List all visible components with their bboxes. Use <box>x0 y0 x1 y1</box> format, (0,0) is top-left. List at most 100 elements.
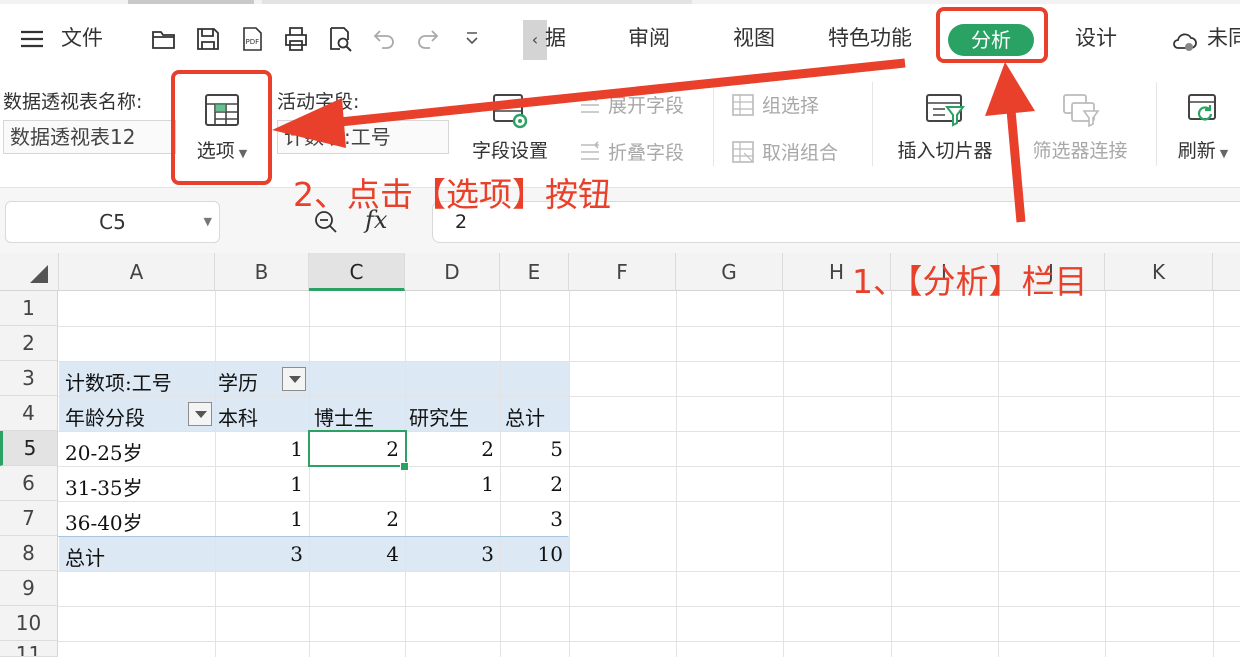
fill-handle[interactable] <box>400 462 409 471</box>
print-preview-icon[interactable] <box>327 26 353 52</box>
pivot-cell[interactable]: 2 <box>405 437 494 461</box>
insert-slicer-label: 插入切片器 <box>897 140 993 162</box>
column-field-filter-button[interactable] <box>282 367 306 391</box>
ribbon-separator <box>713 82 714 166</box>
row-header-4[interactable]: 4 <box>0 396 58 431</box>
pivot-cell[interactable]: 1 <box>215 437 303 461</box>
column-header-d[interactable]: D <box>405 253 500 291</box>
tab-design[interactable]: 设计 <box>1075 25 1117 51</box>
row-header-11[interactable]: 11 <box>0 641 58 657</box>
filter-connection-button[interactable]: 筛选器连接 <box>1022 92 1138 163</box>
row-header-8[interactable]: 8 <box>0 536 58 571</box>
pivot-name-label: 数据透视表名称: <box>3 91 143 113</box>
annotation-step-1: 1、【分析】栏目 <box>852 262 1088 301</box>
column-header-a[interactable]: A <box>59 253 215 291</box>
pivot-total-label[interactable]: 总计 <box>65 542 105 571</box>
pivot-total-cell[interactable]: 4 <box>309 542 399 566</box>
insert-slicer-button[interactable]: 插入切片器 <box>888 92 1002 163</box>
pivot-col-header[interactable]: 博士生 <box>314 402 374 431</box>
column-header-f[interactable]: F <box>569 253 676 291</box>
active-field-input[interactable]: 计数项:工号 <box>277 120 449 154</box>
pivot-total-cell[interactable]: 3 <box>405 542 494 566</box>
row-header-2[interactable]: 2 <box>0 326 58 361</box>
row-header-6[interactable]: 6 <box>0 466 58 501</box>
collapse-field-icon <box>581 140 599 160</box>
collapse-field-label: 折叠字段 <box>608 142 685 164</box>
ungroup-button[interactable]: 取消组合 <box>730 138 838 165</box>
row-header-5[interactable]: 5 <box>0 431 58 466</box>
field-settings-label: 字段设置 <box>471 140 548 162</box>
ungroup-icon <box>732 140 754 163</box>
pivot-value-field[interactable]: 计数项:工号 <box>65 367 172 396</box>
row-header-3[interactable]: 3 <box>0 361 58 396</box>
column-header-g[interactable]: G <box>676 253 783 291</box>
grid-line <box>891 291 892 657</box>
print-icon[interactable] <box>283 26 309 52</box>
sync-status-label[interactable]: 未同 <box>1207 25 1240 51</box>
annotation-highlight-analysis <box>936 7 1048 63</box>
collapse-field-button[interactable]: 折叠字段 <box>578 138 684 165</box>
grid-line <box>58 501 1240 502</box>
annotation-step-2: 2、点击【选项】按钮 <box>293 175 611 214</box>
field-settings-button[interactable]: 字段设置 <box>465 92 555 163</box>
name-box-value: C5 <box>99 210 126 234</box>
pivot-cell[interactable]: 5 <box>500 437 563 461</box>
column-header-b[interactable]: B <box>215 253 309 291</box>
ungroup-label: 取消组合 <box>762 142 839 164</box>
refresh-label: 刷新 <box>1177 140 1216 162</box>
pivot-row-label[interactable]: 31-35岁 <box>65 472 143 501</box>
hamburger-menu-icon[interactable] <box>19 26 45 52</box>
row-header-7[interactable]: 7 <box>0 501 58 536</box>
pivot-cell[interactable]: 3 <box>500 507 563 531</box>
redo-icon[interactable] <box>415 26 441 52</box>
row-header-9[interactable]: 9 <box>0 571 58 606</box>
pivot-row-field[interactable]: 年龄分段 <box>65 402 145 431</box>
tab-data[interactable]: 据 <box>545 25 566 51</box>
tab-special-features[interactable]: 特色功能 <box>828 25 912 51</box>
row-header-10[interactable]: 10 <box>0 606 58 641</box>
row-header-1[interactable]: 1 <box>0 291 58 326</box>
group-selection-button[interactable]: 组选择 <box>730 91 819 118</box>
grid-line <box>1213 291 1214 657</box>
pivot-col-header[interactable]: 研究生 <box>409 402 469 431</box>
pivot-row-label[interactable]: 20-25岁 <box>65 437 143 466</box>
cloud-sync-icon[interactable] <box>1171 28 1197 54</box>
column-header-e[interactable]: E <box>500 253 569 291</box>
pivot-cell[interactable]: 1 <box>215 507 303 531</box>
pivot-cell[interactable]: 2 <box>500 472 563 496</box>
pivot-col-header[interactable]: 本科 <box>218 402 258 431</box>
save-icon[interactable] <box>195 26 221 52</box>
name-box-dropdown-icon[interactable]: ▼ <box>204 202 212 242</box>
name-box[interactable]: C5 ▼ <box>5 201 220 243</box>
column-header-k[interactable]: K <box>1105 253 1213 291</box>
ribbon-separator <box>1156 82 1157 166</box>
pivot-cell[interactable]: 1 <box>405 472 494 496</box>
grid-line <box>58 466 1240 467</box>
refresh-button[interactable]: 刷新 ▼ <box>1170 92 1236 163</box>
pivot-row-label[interactable]: 36-40岁 <box>65 507 143 536</box>
row-field-filter-button[interactable] <box>188 402 212 426</box>
pivot-column-field[interactable]: 学历 <box>218 367 258 396</box>
pivot-total-border <box>58 536 568 537</box>
expand-field-button[interactable]: 展开字段 <box>578 91 684 118</box>
tab-review[interactable]: 审阅 <box>628 25 670 51</box>
column-header-c[interactable]: C <box>309 253 405 291</box>
tab-view[interactable]: 视图 <box>733 25 775 51</box>
undo-icon[interactable] <box>371 26 397 52</box>
pivot-total-cell[interactable]: 10 <box>500 542 563 566</box>
pivot-cell[interactable]: 2 <box>309 507 399 531</box>
group-selection-icon <box>732 93 754 116</box>
column-header-l[interactable] <box>1213 253 1240 291</box>
pivot-cell[interactable]: 1 <box>215 472 303 496</box>
menu-file[interactable]: 文件 <box>61 25 103 51</box>
pivot-col-header[interactable]: 总计 <box>505 402 545 431</box>
select-all-corner[interactable] <box>0 253 59 291</box>
quick-access-more-icon[interactable] <box>459 26 485 52</box>
active-cell-selection[interactable] <box>308 430 407 467</box>
tab-scroll-left-button[interactable]: ‹ <box>523 20 547 60</box>
grid-line <box>58 431 1240 432</box>
pivot-name-input[interactable]: 数据透视表12 <box>3 120 176 154</box>
pivot-total-cell[interactable]: 3 <box>215 542 303 566</box>
export-pdf-icon[interactable]: PDF <box>239 26 265 52</box>
open-folder-icon[interactable] <box>151 26 177 52</box>
